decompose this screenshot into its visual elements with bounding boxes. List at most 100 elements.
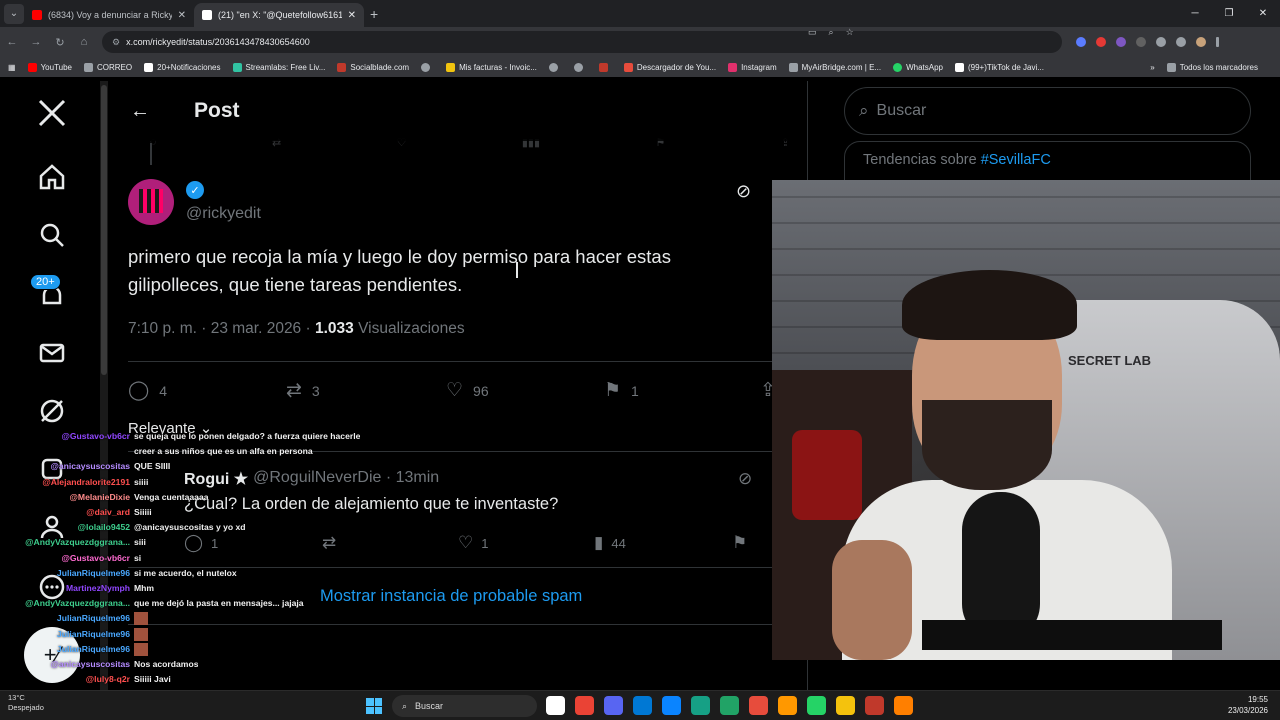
taskbar-search[interactable]: ⌕ Buscar <box>392 695 537 717</box>
taskbar-app-icon[interactable] <box>720 696 739 715</box>
search-icon: ⌕ <box>402 700 408 711</box>
bookmark-globe[interactable] <box>548 62 562 72</box>
more-bookmarks-icon[interactable]: » <box>1150 63 1154 72</box>
bookmark-socialblade[interactable]: Socialblade.com <box>337 62 409 72</box>
mail-icon <box>84 62 93 72</box>
chat-username: @lolailo9452 <box>77 522 130 533</box>
minimize-icon[interactable]: ─ <box>1178 0 1212 27</box>
home-nav-icon[interactable] <box>36 161 68 193</box>
bookmark-correo[interactable]: CORREO <box>84 62 132 72</box>
browser-tab-x[interactable]: (21) "en X: "@Quetefollow6161 ✕ <box>194 3 364 27</box>
taskbar-app-icon[interactable] <box>604 696 623 715</box>
maximize-icon[interactable]: ❐ <box>1212 0 1246 27</box>
back-arrow-icon[interactable]: ← <box>130 100 152 123</box>
grok-nav-icon[interactable] <box>36 395 68 427</box>
bookmark-instagram[interactable]: Instagram <box>728 62 777 72</box>
taskbar-app-icon[interactable] <box>894 696 913 715</box>
apps-grid-icon[interactable]: ▦ <box>8 63 16 72</box>
chat-username: JulianRiquelme96 <box>56 628 130 639</box>
taskbar-app-icon[interactable] <box>749 696 768 715</box>
taskbar-app-icon[interactable] <box>633 696 652 715</box>
author-handle[interactable]: @rickyedit <box>186 205 261 223</box>
scrollbar-thumb[interactable] <box>101 85 107 375</box>
download-icon <box>623 62 633 72</box>
windows-start-icon[interactable] <box>366 698 382 714</box>
bookmark-tiktok[interactable]: (99+)TikTok de Javi... <box>954 62 1044 72</box>
instagram-icon <box>728 62 738 72</box>
text-cursor-icon <box>516 262 518 278</box>
bookmark-label: Instagram <box>741 62 777 72</box>
taskbar-app-icon[interactable] <box>836 696 855 715</box>
close-window-icon[interactable]: ✕ <box>1246 0 1280 27</box>
bookmark-globe[interactable] <box>421 62 434 72</box>
forward-icon[interactable]: → <box>24 36 48 48</box>
browser-tab-youtube[interactable]: (6834) Voy a denunciar a Ricky ✕ <box>24 3 194 27</box>
bookmark-descargador[interactable]: Descargador de You... <box>623 62 716 72</box>
search-input[interactable]: ⌕ Buscar <box>844 87 1251 135</box>
trend-hashtag[interactable]: #SevillaFC <box>981 152 1051 168</box>
views-button[interactable]: ▮ 44 <box>594 533 626 553</box>
tab-search-icon[interactable]: ⌄ <box>4 3 24 24</box>
chat-message: @Alejandralorite2191 siiii <box>0 475 380 490</box>
site-info-icon[interactable]: ⚙ <box>112 37 120 48</box>
like-button[interactable]: ♡ 1 <box>458 533 488 553</box>
messages-nav-icon[interactable] <box>36 337 68 369</box>
chat-message: @Gustavo-vb6cr se queja que lo ponen delg… <box>0 429 380 444</box>
back-icon[interactable]: ← <box>0 36 24 48</box>
bookmark-youtube[interactable]: YouTube <box>27 62 72 72</box>
bookmark-red[interactable] <box>598 62 612 72</box>
reply-button[interactable]: ◯ 4 <box>128 379 167 402</box>
taskbar-app-icon[interactable] <box>575 696 594 715</box>
bookmark-whatsapp[interactable]: WhatsApp <box>893 62 943 72</box>
bookmark-facturas[interactable]: Mis facturas - Invoic... <box>446 62 537 72</box>
system-clock[interactable]: 19:55 23/03/2026 <box>1228 694 1268 716</box>
search-nav-icon[interactable] <box>36 219 68 251</box>
reload-icon[interactable]: ↻ <box>48 36 72 49</box>
home-icon[interactable]: ⌂ <box>72 36 96 48</box>
avatar-pixel-art <box>139 189 163 213</box>
close-tab-icon[interactable]: ✕ <box>348 10 356 21</box>
bookmark-myairbridge[interactable]: MyAirBridge.com | E... <box>788 62 881 72</box>
x-logo-icon[interactable] <box>36 97 68 129</box>
repost-button[interactable]: ⇄ 3 <box>286 379 320 402</box>
author-avatar[interactable] <box>128 179 174 225</box>
bookmark-globe[interactable] <box>573 62 587 72</box>
bookmark-button[interactable]: ⚑ 1 <box>604 379 639 402</box>
youtube-favicon-icon <box>32 10 42 20</box>
url-text[interactable]: x.com/rickyedit/status/20361434784306546… <box>126 37 310 47</box>
chat-message: @AndyVazquezdggrana... que me dejó la pas… <box>0 596 380 611</box>
taskbar-app-icon[interactable] <box>807 696 826 715</box>
new-tab-button[interactable]: + <box>370 6 378 22</box>
bookmark-notificaciones[interactable]: 20+Notificaciones <box>144 62 221 72</box>
close-tab-icon[interactable]: ✕ <box>178 10 186 21</box>
bookmark-streamlabs[interactable]: Streamlabs: Free Liv... <box>232 62 325 72</box>
youtube-icon <box>27 62 37 72</box>
bookmark-label: Mis facturas - Invoic... <box>459 62 537 72</box>
taskbar-app-icon[interactable] <box>865 696 884 715</box>
chat-text: siiii <box>134 476 149 487</box>
like-button[interactable]: ♡ 96 <box>446 379 489 402</box>
globe-icon <box>573 62 583 72</box>
taskbar-app-icon[interactable] <box>546 696 565 715</box>
chat-text: QUE SIIII <box>134 461 171 472</box>
taskbar-app-icon[interactable] <box>778 696 797 715</box>
tweet-timestamp[interactable]: 7:10 p. m. · 23 mar. 2026 · <box>128 320 315 337</box>
trend-heading[interactable]: Tendencias sobre #SevillaFC <box>863 152 1051 168</box>
taskbar-app-icon[interactable] <box>662 696 681 715</box>
url-bar[interactable]: ⚙ x.com/rickyedit/status/203614347843065… <box>102 27 1062 53</box>
chat-message: @anicaysuscositas QUE SIIII <box>0 459 380 474</box>
all-bookmarks-button[interactable]: Todos los marcadores <box>1166 62 1258 72</box>
trend-prefix: Tendencias sobre <box>863 152 981 168</box>
weather-widget[interactable]: 13°C Despejado <box>8 693 44 713</box>
chat-text: Venga cuentaaaaa <box>134 491 209 502</box>
taskbar-app-icon[interactable] <box>691 696 710 715</box>
tweet-author[interactable]: ✓ @rickyedit <box>128 179 261 225</box>
socialblade-icon <box>337 62 347 72</box>
globe-icon <box>421 62 431 72</box>
grok-explain-icon[interactable]: ⊘ <box>738 469 752 489</box>
webcam-overlay: SECRET LAB <box>772 180 1280 660</box>
chat-username <box>0 444 130 459</box>
weather-desc: Despejado <box>8 703 44 712</box>
bookmark-button[interactable]: ⚑ <box>732 533 755 553</box>
grok-explain-icon[interactable]: ⊘ <box>736 181 751 202</box>
